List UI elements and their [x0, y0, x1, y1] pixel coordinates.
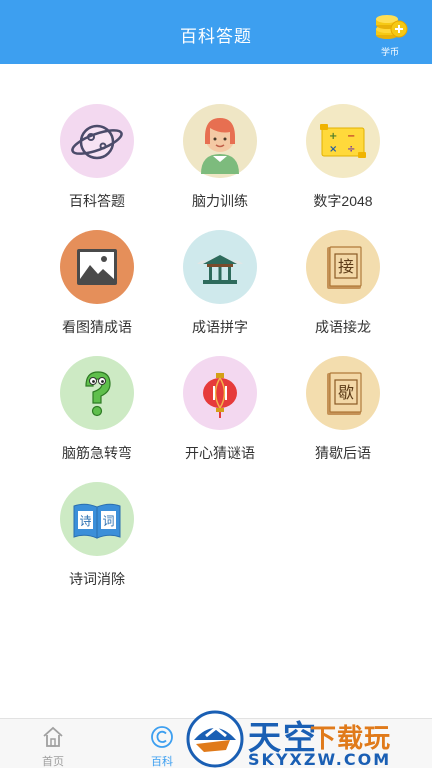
planet-icon	[60, 104, 134, 178]
math-symbols-icon: + − × ÷	[306, 104, 380, 178]
tile-label: 数字2048	[313, 193, 373, 209]
girl-avatar-icon	[183, 104, 257, 178]
svg-text:÷: ÷	[347, 144, 355, 155]
watermark-logo-icon	[186, 710, 244, 768]
home-icon	[43, 726, 63, 747]
watermark: 天空 下载玩 SKYXZW.COM	[186, 708, 432, 768]
svg-text:−: −	[347, 131, 355, 142]
icon-glyph: 诗	[79, 514, 91, 528]
watermark-url: SKYXZW.COM	[248, 750, 392, 768]
book-xie-icon: 歇	[306, 356, 380, 430]
tile-chengyu-jielong[interactable]: 接 成语接龙	[270, 230, 414, 350]
page-title: 百科答题	[180, 27, 252, 46]
tile-shuzi-2048[interactable]: + − × ÷ 数字2048	[270, 104, 414, 224]
pavilion-icon	[183, 230, 257, 304]
coin-button[interactable]: 学币	[370, 10, 410, 58]
icon-glyph: 词	[102, 514, 114, 528]
copyright-c-icon	[151, 726, 173, 748]
top-bar: 百科答题 学币	[0, 0, 432, 64]
tile-label: 诗词消除	[69, 571, 125, 587]
coin-stack-icon	[376, 15, 408, 39]
question-mark-creature-icon	[60, 356, 134, 430]
tile-label: 猜歇后语	[315, 445, 371, 461]
picture-icon	[60, 230, 134, 304]
lantern-icon	[183, 356, 257, 430]
tile-label: 成语接龙	[315, 319, 371, 335]
icon-glyph: 接	[338, 257, 354, 276]
tile-cai-xiehouyu[interactable]: 歇 猜歇后语	[270, 356, 414, 476]
book-jie-icon: 接	[306, 230, 380, 304]
svg-text:×: ×	[329, 144, 337, 155]
app-screen: 百科答题 学币 百科答题 脑力训练 + − × ÷ 数字2048 看图猜成语 成…	[0, 0, 432, 768]
nav-home-label: 首页	[42, 756, 64, 768]
coin-label: 学币	[380, 47, 399, 57]
open-book-poem-icon: 诗 词	[60, 482, 134, 556]
svg-text:+: +	[329, 131, 337, 142]
nav-home[interactable]: 首页	[18, 723, 88, 768]
tile-shici-xiaochu[interactable]: 诗 词 诗词消除	[24, 482, 168, 602]
icon-glyph: 歇	[338, 383, 354, 402]
